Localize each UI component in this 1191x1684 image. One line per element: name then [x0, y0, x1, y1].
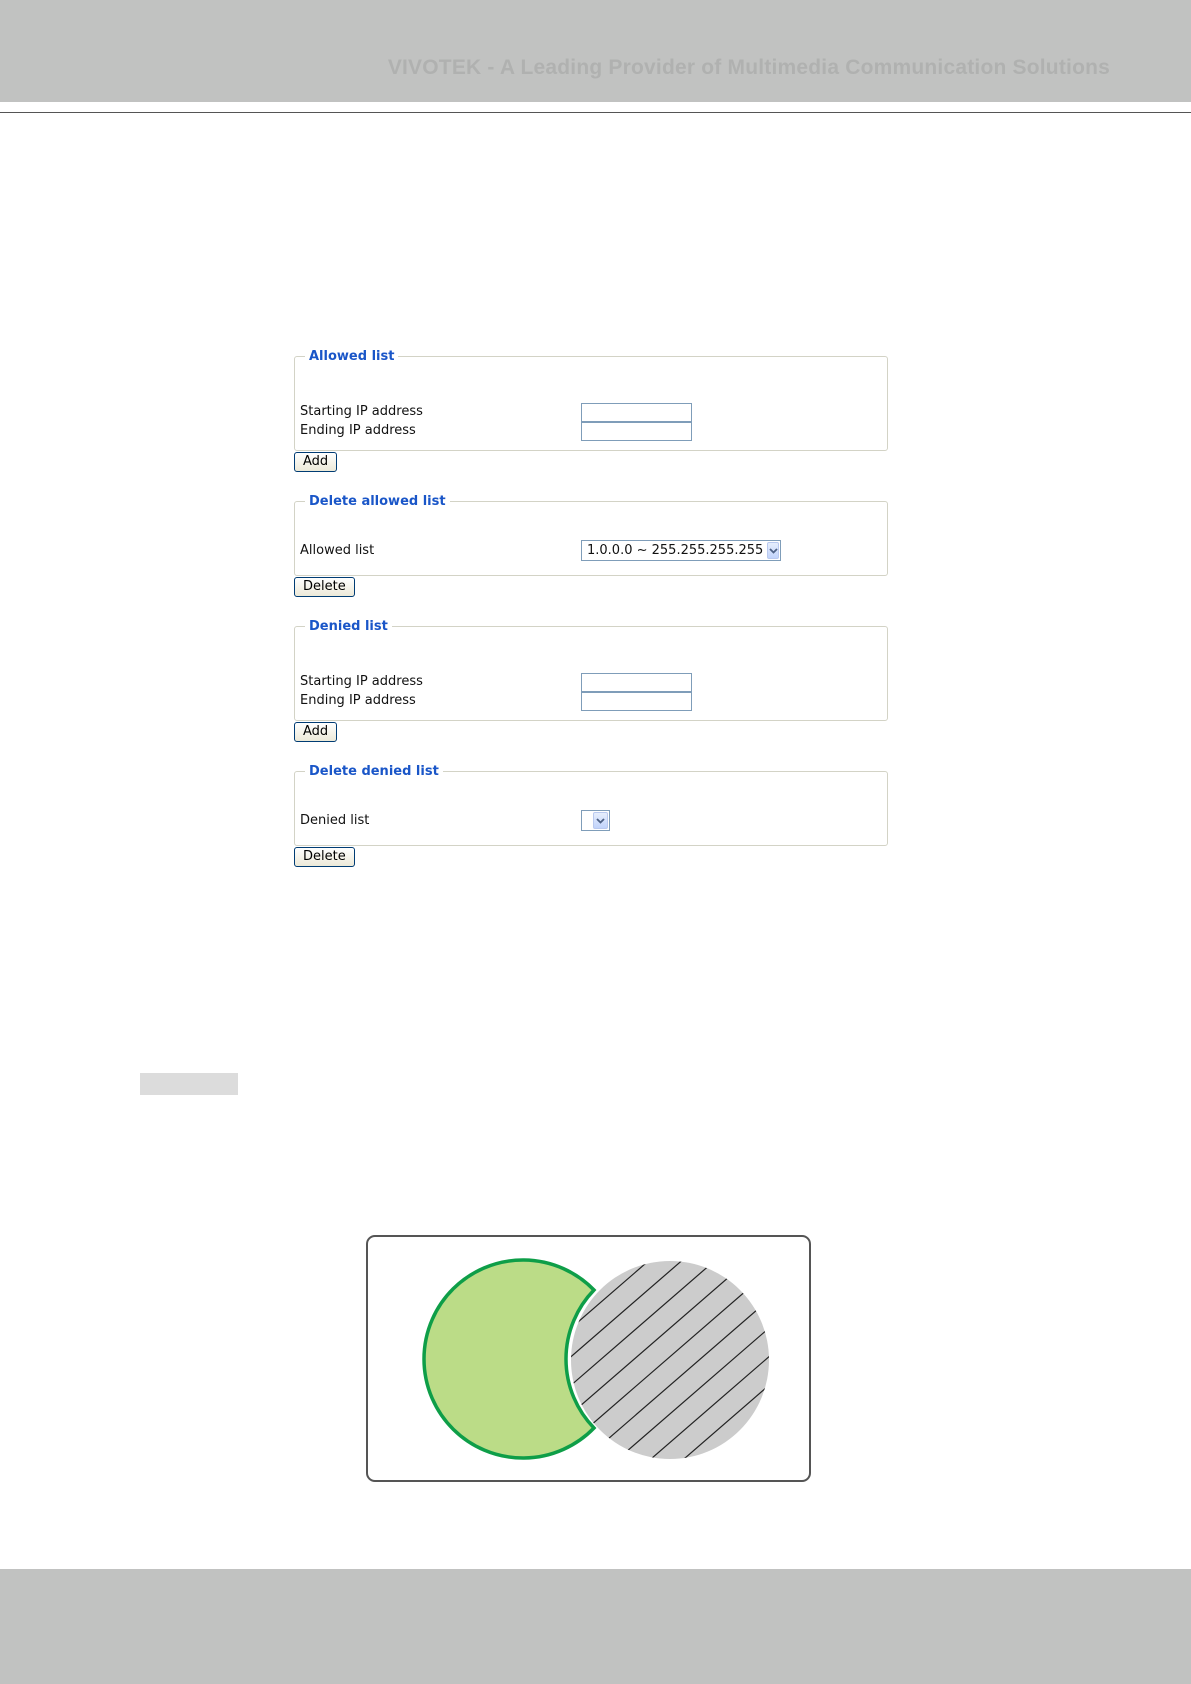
allowed-ending-ip-input[interactable]	[581, 422, 692, 441]
allowed-list-legend: Allowed list	[309, 349, 395, 364]
delete-allowed-button[interactable]: Delete	[294, 577, 355, 597]
allowed-list-panel: Allowed list Starting IP address Ending …	[294, 349, 888, 451]
allowed-list-select[interactable]: 1.0.0.0 ~ 255.255.255.255	[581, 540, 781, 561]
allowed-list-selected-value: 1.0.0.0 ~ 255.255.255.255	[587, 543, 764, 558]
denied-list-legend: Denied list	[309, 619, 388, 634]
denied-starting-ip-label: Starting IP address	[300, 674, 423, 689]
venn-diagram	[422, 1258, 769, 1460]
allowed-crescent	[422, 1258, 597, 1460]
denied-ending-ip-label: Ending IP address	[300, 693, 416, 708]
allowed-starting-ip-input[interactable]	[581, 403, 692, 422]
denied-starting-ip-input[interactable]	[581, 673, 692, 692]
caption-placeholder	[140, 1073, 238, 1095]
chevron-down-icon[interactable]	[593, 812, 608, 829]
allowed-starting-ip-label: Starting IP address	[300, 404, 423, 419]
venn-diagram-frame	[366, 1235, 811, 1482]
header-tagline: VIVOTEK - A Leading Provider of Multimed…	[387, 56, 1110, 79]
chevron-down-icon[interactable]	[767, 542, 779, 559]
denied-add-button[interactable]: Add	[294, 722, 338, 742]
denied-ending-ip-input[interactable]	[581, 692, 692, 711]
allowed-ending-ip-label: Ending IP address	[300, 423, 416, 438]
allowed-add-button[interactable]: Add	[294, 452, 338, 472]
delete-allowed-list-panel: Delete allowed list Allowed list 1.0.0.0…	[294, 494, 888, 576]
delete-denied-list-panel: Delete denied list Denied list	[294, 764, 888, 846]
denied-list-select[interactable]	[581, 810, 610, 831]
allowed-list-label: Allowed list	[300, 543, 375, 558]
denied-list-label: Denied list	[300, 813, 370, 828]
delete-allowed-list-legend: Delete allowed list	[309, 494, 446, 509]
footer-band	[0, 1569, 1191, 1684]
denied-list-panel: Denied list Starting IP address Ending I…	[294, 619, 888, 721]
header-band	[0, 0, 1191, 102]
header-divider	[0, 112, 1191, 113]
delete-denied-list-legend: Delete denied list	[309, 764, 439, 779]
delete-denied-button[interactable]: Delete	[294, 847, 355, 867]
